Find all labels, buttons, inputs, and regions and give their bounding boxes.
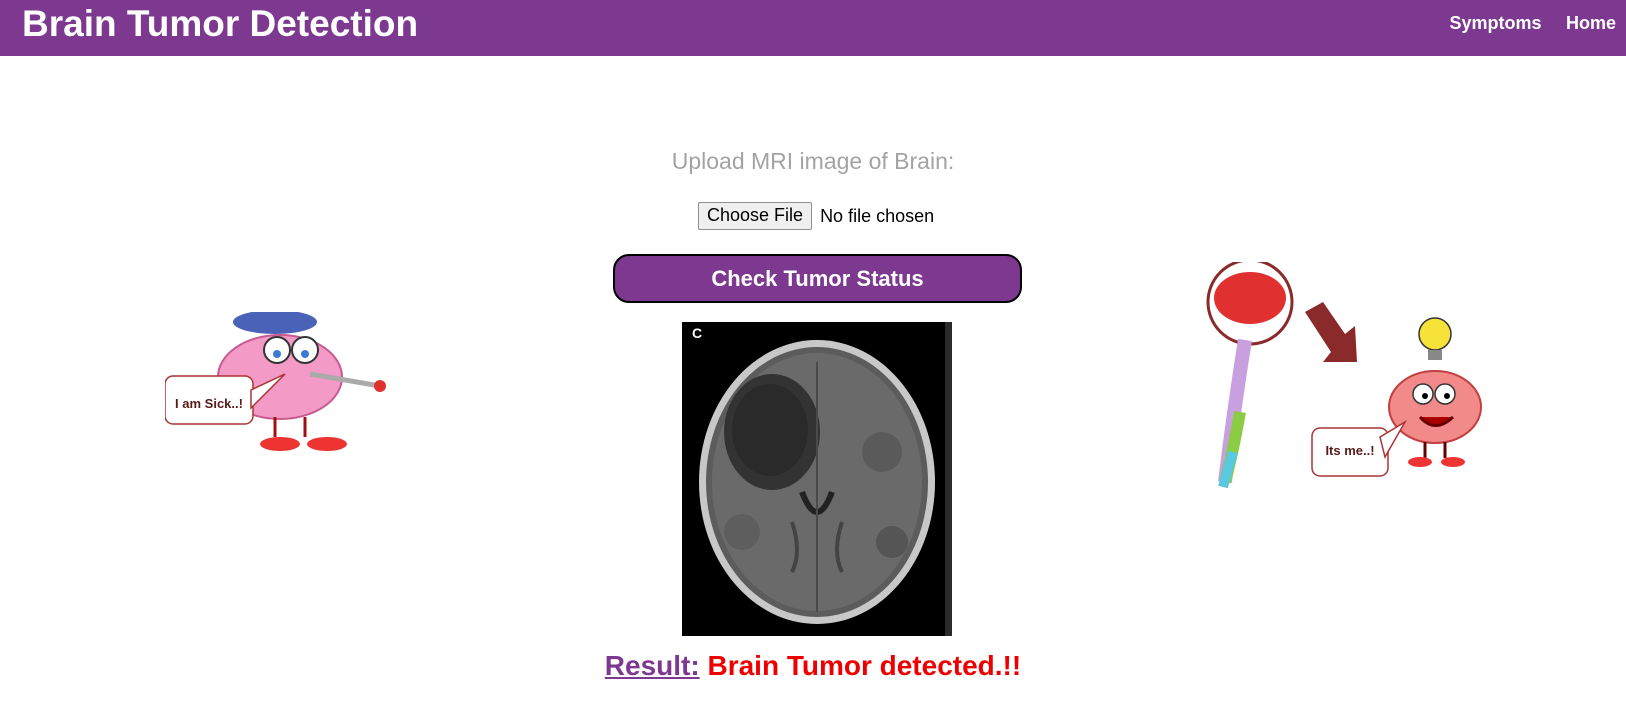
mri-panel-letter: C: [692, 325, 702, 341]
left-bubble-text: I am Sick..!: [175, 396, 243, 411]
nav-link-home[interactable]: Home: [1566, 13, 1616, 33]
file-status: No file chosen: [820, 205, 935, 226]
right-bubble-text: Its me..!: [1325, 443, 1374, 458]
sick-brain-illustration: I am Sick..!: [165, 312, 386, 451]
choose-file-button[interactable]: Choose File: [698, 202, 813, 230]
mri-image: C: [682, 322, 952, 636]
nav-links: Symptoms Home: [1430, 12, 1617, 34]
upload-label: Upload MRI image of Brain:: [671, 148, 955, 174]
lightbulb-icon: [1418, 317, 1452, 360]
top-navbar: Brain Tumor Detection Symptoms Home: [0, 0, 1626, 56]
result-line: Result: Brain Tumor detected.!!: [0, 650, 1626, 682]
result-label: Result:: [604, 650, 700, 681]
nav-link-symptoms[interactable]: Symptoms: [1450, 13, 1542, 33]
app-title: Brain Tumor Detection: [22, 3, 419, 44]
arrow-icon: [1305, 302, 1357, 362]
happy-brain-icon: [1388, 370, 1482, 467]
happy-brain-illustration: Its me..!: [1206, 262, 1482, 489]
file-input[interactable]: Choose File No file chosen: [698, 202, 934, 230]
result-value: Brain Tumor detected.!!: [707, 650, 1022, 681]
brain-spine-icon: [1206, 262, 1294, 489]
check-tumor-status-button[interactable]: Check Tumor Status: [613, 254, 1022, 303]
